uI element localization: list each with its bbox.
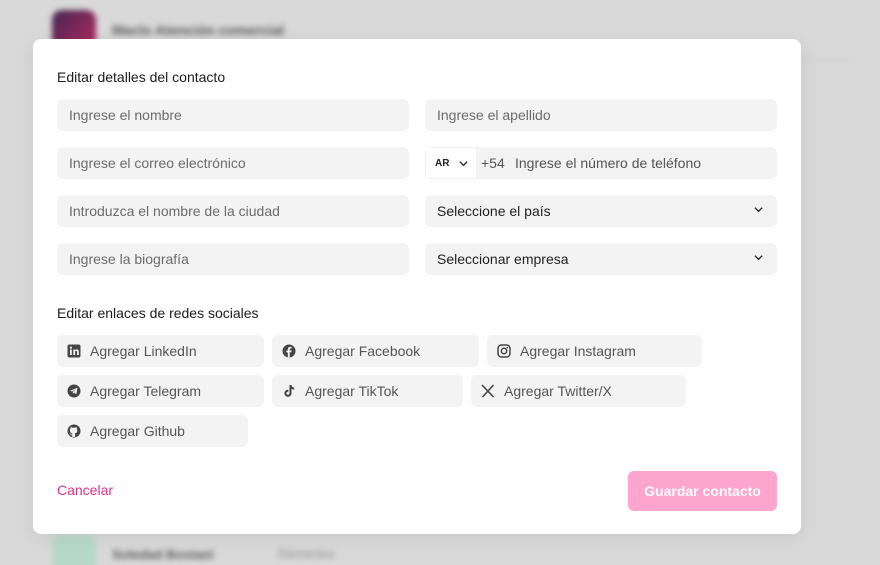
last-name-input[interactable]: Ingrese el apellido — [425, 99, 777, 131]
add-facebook-button[interactable]: Agregar Facebook — [272, 335, 479, 367]
phone-field: AR +54 Ingrese el número de teléfono — [425, 147, 777, 179]
add-telegram-button[interactable]: Agregar Telegram — [57, 375, 264, 407]
country-code-value: AR — [435, 157, 450, 169]
linkedin-label: Agregar LinkedIn — [90, 343, 197, 359]
email-placeholder: Ingrese el correo electrónico — [69, 155, 246, 171]
github-icon — [67, 424, 81, 438]
twitter-label: Agregar Twitter/X — [504, 383, 612, 399]
bio-placeholder: Ingrese la biografía — [69, 251, 189, 267]
telegram-icon — [67, 384, 81, 398]
instagram-icon — [497, 344, 511, 358]
first-name-placeholder: Ingrese el nombre — [69, 107, 182, 123]
dial-code: +54 — [481, 155, 505, 171]
country-code-select[interactable]: AR — [425, 147, 477, 179]
facebook-icon — [282, 344, 296, 358]
details-section-title: Editar detalles del contacto — [57, 69, 226, 85]
city-placeholder: Introduzca el nombre de la ciudad — [69, 203, 280, 219]
github-label: Agregar Github — [90, 423, 185, 439]
add-linkedin-button[interactable]: Agregar LinkedIn — [57, 335, 264, 367]
telegram-label: Agregar Telegram — [90, 383, 202, 399]
add-instagram-button[interactable]: Agregar Instagram — [487, 335, 702, 367]
facebook-label: Agregar Facebook — [305, 343, 421, 359]
email-input[interactable]: Ingrese el correo electrónico — [57, 147, 409, 179]
chevron-down-icon — [754, 255, 763, 261]
company-select-value: Seleccionar empresa — [437, 251, 569, 267]
last-name-placeholder: Ingrese el apellido — [437, 107, 551, 123]
tiktok-icon — [282, 384, 296, 398]
country-select-value: Seleccione el país — [437, 203, 551, 219]
company-select[interactable]: Seleccionar empresa — [425, 243, 777, 275]
city-input[interactable]: Introduzca el nombre de la ciudad — [57, 195, 409, 227]
social-section-title: Editar enlaces de redes sociales — [57, 305, 259, 321]
save-contact-button[interactable]: Guardar contacto — [628, 471, 777, 511]
tiktok-label: Agregar TikTok — [305, 383, 399, 399]
edit-contact-modal: Editar detalles del contacto Ingrese el … — [33, 39, 801, 534]
phone-input[interactable]: Ingrese el número de teléfono — [515, 155, 701, 171]
add-github-button[interactable]: Agregar Github — [57, 415, 248, 447]
country-select[interactable]: Seleccione el país — [425, 195, 777, 227]
linkedin-icon — [67, 344, 81, 358]
x-twitter-icon — [481, 384, 495, 398]
instagram-label: Agregar Instagram — [520, 343, 636, 359]
chevron-down-icon — [754, 207, 763, 213]
cancel-button[interactable]: Cancelar — [57, 482, 113, 498]
first-name-input[interactable]: Ingrese el nombre — [57, 99, 409, 131]
chevron-down-icon — [459, 161, 468, 167]
add-twitter-button[interactable]: Agregar Twitter/X — [471, 375, 686, 407]
bio-input[interactable]: Ingrese la biografía — [57, 243, 409, 275]
add-tiktok-button[interactable]: Agregar TikTok — [272, 375, 463, 407]
